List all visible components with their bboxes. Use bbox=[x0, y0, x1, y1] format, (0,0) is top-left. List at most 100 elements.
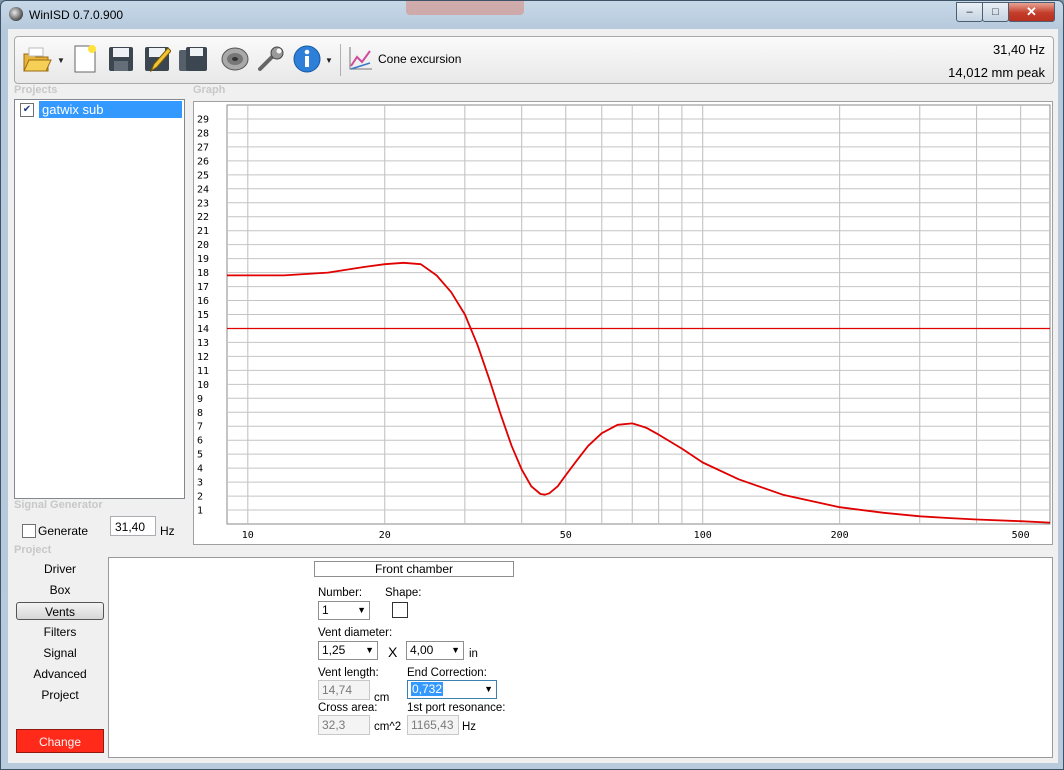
end-correction-select[interactable]: 0,732 ▼ bbox=[407, 680, 497, 699]
number-select[interactable]: 1 ▼ bbox=[318, 601, 370, 620]
cross-area-label: Cross area: bbox=[318, 702, 378, 714]
x-tick-label: 100 bbox=[694, 530, 712, 541]
y-tick-label: 24 bbox=[197, 184, 209, 195]
save-icon[interactable] bbox=[105, 43, 137, 75]
title-bar-glow bbox=[406, 1, 524, 15]
toolbar: ▼ ▼ Cone excursion 31,40 Hz 14,012 mm pe… bbox=[14, 36, 1054, 84]
change-button[interactable]: Change bbox=[16, 729, 104, 753]
open-folder-icon[interactable] bbox=[21, 43, 53, 75]
number-value: 1 bbox=[322, 603, 329, 617]
project-checkbox[interactable]: ✔ bbox=[20, 103, 34, 117]
y-tick-label: 13 bbox=[197, 338, 209, 349]
y-tick-label: 20 bbox=[197, 240, 209, 251]
y-tick-label: 29 bbox=[197, 114, 209, 125]
times-glyph: X bbox=[388, 644, 398, 660]
end-correction-label: End Correction: bbox=[407, 667, 487, 679]
y-tick-label: 25 bbox=[197, 170, 209, 181]
y-tick-label: 21 bbox=[197, 226, 209, 237]
shape-selector[interactable] bbox=[392, 602, 408, 618]
y-tick-label: 10 bbox=[197, 380, 209, 391]
y-tick-label: 9 bbox=[197, 394, 203, 405]
y-tick-label: 23 bbox=[197, 198, 209, 209]
y-tick-label: 5 bbox=[197, 450, 203, 461]
new-document-icon[interactable] bbox=[69, 43, 101, 75]
maximize-button[interactable]: □ bbox=[982, 2, 1009, 22]
chevron-down-icon: ▼ bbox=[451, 645, 460, 655]
chevron-down-icon: ▼ bbox=[357, 605, 366, 615]
x-tick-label: 50 bbox=[560, 530, 572, 541]
speaker-icon[interactable] bbox=[219, 43, 251, 75]
vent-length-field[interactable]: 14,74 bbox=[318, 680, 370, 700]
front-chamber-tab[interactable]: Front chamber bbox=[314, 561, 514, 577]
chart-icon[interactable] bbox=[344, 43, 376, 75]
y-tick-label: 4 bbox=[197, 464, 203, 475]
y-tick-label: 27 bbox=[197, 142, 209, 153]
generate-checkbox[interactable] bbox=[22, 524, 36, 538]
y-tick-label: 12 bbox=[197, 352, 209, 363]
projects-list[interactable]: ✔ gatwix sub bbox=[14, 99, 185, 499]
info-icon[interactable] bbox=[291, 43, 323, 75]
cone-excursion-label[interactable]: Cone excursion bbox=[378, 52, 461, 66]
port-resonance-unit: Hz bbox=[462, 721, 477, 733]
app-window: WinISD 0.7.0.900 – □ ✕ ▼ ▼ Cone excursio… bbox=[0, 0, 1064, 770]
project-name[interactable]: gatwix sub bbox=[39, 101, 182, 118]
graph-panel[interactable]: 1 2 3 4 5 6 7 8 9 10 11 12 13 14 15 16 17 18 19 20 21 22 23 24 2… bbox=[193, 101, 1053, 545]
y-tick-label: 1 bbox=[197, 506, 203, 517]
vents-panel: Front chamber Number: 1 ▼ Shape: Vent dia… bbox=[108, 557, 1053, 758]
close-button[interactable]: ✕ bbox=[1008, 2, 1055, 22]
port-resonance-field[interactable]: 1165,43 bbox=[407, 715, 459, 735]
save-all-icon[interactable] bbox=[177, 43, 209, 75]
shape-label: Shape: bbox=[385, 587, 422, 599]
y-tick-label: 26 bbox=[197, 156, 209, 167]
chevron-down-icon: ▼ bbox=[365, 645, 374, 655]
y-tick-label: 18 bbox=[197, 268, 209, 279]
nav-filters[interactable]: Filters bbox=[16, 623, 104, 641]
number-label: Number: bbox=[318, 587, 363, 599]
generate-label[interactable]: Generate bbox=[38, 524, 88, 538]
port-resonance-label: 1st port resonance: bbox=[407, 702, 506, 714]
nav-driver[interactable]: Driver bbox=[16, 560, 104, 578]
y-tick-label: 22 bbox=[197, 212, 209, 223]
vent-diameter-select[interactable]: 1,25 ▼ bbox=[318, 641, 378, 660]
x-tick-label: 20 bbox=[379, 530, 391, 541]
vent-diameter-label: Vent diameter: bbox=[318, 627, 393, 639]
projects-section-label: Projects bbox=[14, 84, 58, 96]
window-title: WinISD 0.7.0.900 bbox=[29, 8, 124, 22]
cross-area-field[interactable]: 32,3 bbox=[318, 715, 370, 735]
y-tick-label: 7 bbox=[197, 422, 203, 433]
vent-diameter-value: 1,25 bbox=[322, 643, 346, 657]
toolbar-separator bbox=[340, 44, 341, 76]
nav-vents[interactable]: Vents bbox=[16, 602, 104, 620]
generator-frequency-input[interactable]: 31,40 bbox=[110, 516, 156, 536]
client-area: ▼ ▼ Cone excursion 31,40 Hz 14,012 mm pe… bbox=[8, 29, 1058, 763]
x-tick-label: 10 bbox=[242, 530, 254, 541]
x-tick-label: 200 bbox=[831, 530, 849, 541]
end-correction-value[interactable]: 0,732 bbox=[411, 682, 444, 696]
minimize-button[interactable]: – bbox=[956, 2, 983, 22]
save-as-icon[interactable] bbox=[141, 43, 173, 75]
project-section-label: Project bbox=[14, 544, 52, 556]
excursion-readout: 14,012 mm peak bbox=[948, 65, 1045, 80]
y-tick-label: 3 bbox=[197, 478, 203, 489]
y-tick-label: 17 bbox=[197, 282, 209, 293]
y-tick-label: 19 bbox=[197, 254, 209, 265]
x-tick-label: 500 bbox=[1012, 530, 1030, 541]
vent-diameter-select-2[interactable]: 4,00 ▼ bbox=[406, 641, 464, 660]
title-bar[interactable]: WinISD 0.7.0.900 – □ ✕ bbox=[1, 1, 1063, 29]
vent-diameter-unit: in bbox=[469, 648, 478, 660]
nav-box[interactable]: Box bbox=[16, 581, 104, 599]
info-dropdown-arrow[interactable]: ▼ bbox=[325, 56, 333, 65]
generator-unit: Hz bbox=[160, 524, 175, 538]
wrench-icon[interactable] bbox=[255, 43, 287, 75]
chevron-down-icon: ▼ bbox=[484, 684, 493, 694]
nav-advanced[interactable]: Advanced bbox=[16, 665, 104, 683]
y-tick-label: 14 bbox=[197, 324, 209, 335]
vent-length-label: Vent length: bbox=[318, 667, 379, 679]
app-icon bbox=[9, 7, 23, 21]
y-tick-label: 8 bbox=[197, 408, 203, 419]
project-item[interactable]: ✔ gatwix sub bbox=[17, 101, 182, 118]
y-tick-label: 28 bbox=[197, 128, 209, 139]
nav-signal[interactable]: Signal bbox=[16, 644, 104, 662]
nav-project[interactable]: Project bbox=[16, 686, 104, 704]
open-dropdown-arrow[interactable]: ▼ bbox=[57, 56, 65, 65]
